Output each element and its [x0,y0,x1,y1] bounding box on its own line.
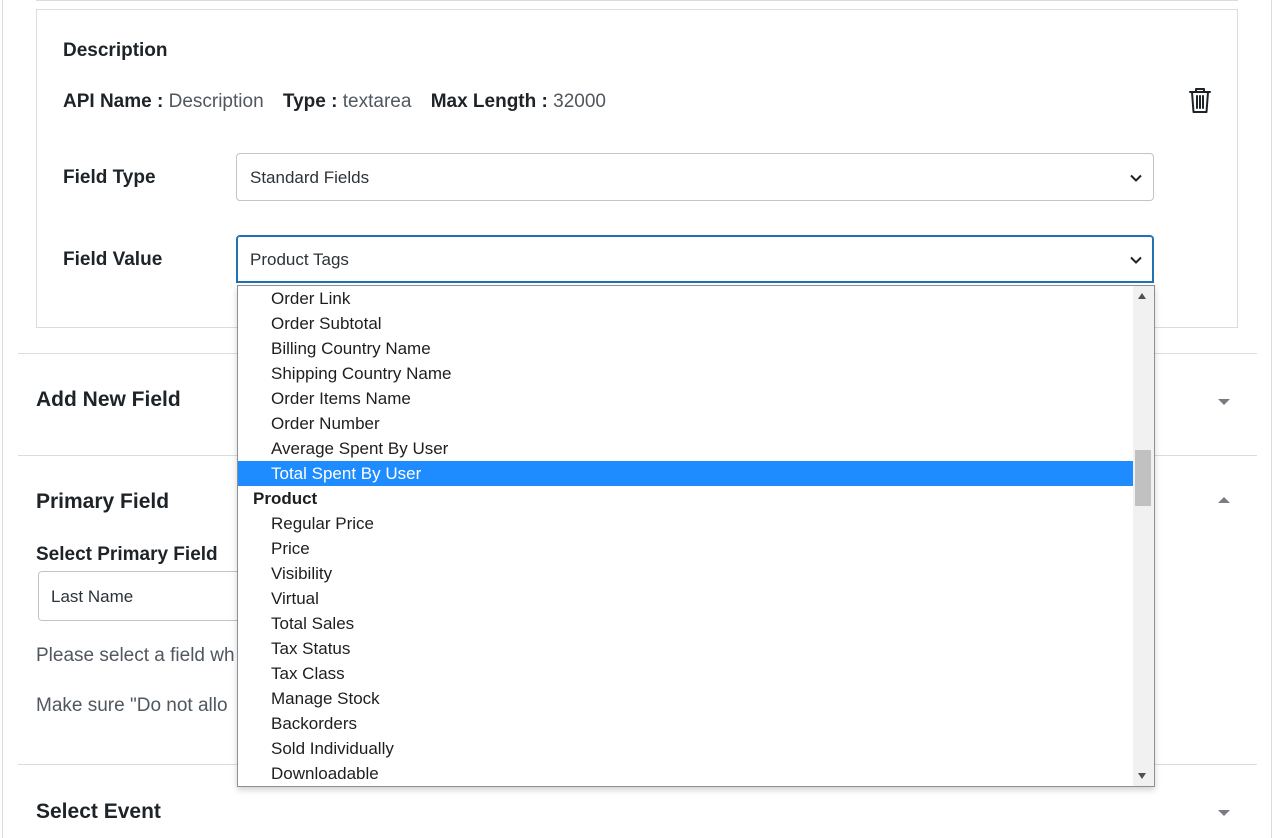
dropdown-option[interactable]: Price [238,536,1134,561]
type-label: Type : [282,91,338,112]
scroll-down-arrow-icon[interactable] [1138,773,1146,779]
primary-help-text-1: Please select a field wh [36,645,235,666]
select-primary-field-label: Select Primary Field [36,544,218,565]
add-new-field-title[interactable]: Add New Field [36,388,181,412]
primary-help-text-2: Make sure "Do not allo [36,695,228,716]
field-value-value: Product Tags [250,250,349,269]
dropdown-scrollbar[interactable] [1133,286,1154,786]
caret-up-icon[interactable] [1217,495,1231,505]
dropdown-option[interactable]: Order Subtotal [238,311,1134,336]
field-type-select[interactable]: Standard Fields [236,153,1154,201]
scroll-up-arrow-icon[interactable] [1138,293,1146,299]
dropdown-option[interactable]: Average Spent By User [238,436,1134,461]
dropdown-option[interactable]: Downloadable [238,761,1134,786]
primary-field-title[interactable]: Primary Field [36,490,169,514]
dropdown-option[interactable]: Billing Country Name [238,336,1134,361]
dropdown-option[interactable]: Regular Price [238,511,1134,536]
api-name-value: Description [168,91,264,112]
api-name-label: API Name : [63,91,164,112]
max-length-value: 32000 [553,91,606,112]
field-type-label: Field Type [63,167,156,188]
dropdown-option[interactable]: Virtual [238,586,1134,611]
field-value-select[interactable]: Product Tags [236,235,1154,283]
dropdown-option[interactable]: Sold Individually [238,736,1134,761]
dropdown-option[interactable]: Order Items Name [238,386,1134,411]
card-title: Description [63,40,168,61]
dropdown-option[interactable]: Shipping Country Name [238,361,1134,386]
dropdown-option[interactable]: Backorders [238,711,1134,736]
dropdown-option[interactable]: Tax Status [238,636,1134,661]
dropdown-option[interactable]: Manage Stock [238,686,1134,711]
field-value-label: Field Value [63,249,163,270]
field-mapping-card: Description API Name : Description Type … [36,9,1238,328]
type-value: textarea [342,91,412,112]
dropdown-option[interactable]: Visibility [238,561,1134,586]
dropdown-group-product: Product [253,489,318,508]
select-event-title[interactable]: Select Event [36,800,161,824]
scrollbar-thumb[interactable] [1135,450,1151,506]
trash-icon[interactable] [1187,86,1213,114]
top-divider [36,0,1238,1]
primary-field-value: Last Name [51,587,134,606]
caret-down-icon[interactable] [1217,397,1231,407]
caret-down-icon[interactable] [1217,808,1231,818]
field-type-value: Standard Fields [250,168,370,187]
dropdown-option[interactable]: Order Number [238,411,1134,436]
dropdown-option[interactable]: Total Sales [238,611,1134,636]
dropdown-option-selected[interactable]: Total Spent By User [238,461,1134,486]
chevron-down-icon [1130,174,1142,182]
max-length-label: Max Length : [430,91,548,112]
dropdown-option[interactable]: Order Link [238,286,1134,311]
chevron-down-icon [1130,256,1142,264]
dropdown-option[interactable]: Tax Class [238,661,1134,686]
field-value-dropdown[interactable]: Order Link Order Subtotal Billing Countr… [237,285,1155,787]
field-meta: API Name : Description Type : textarea M… [63,91,606,113]
